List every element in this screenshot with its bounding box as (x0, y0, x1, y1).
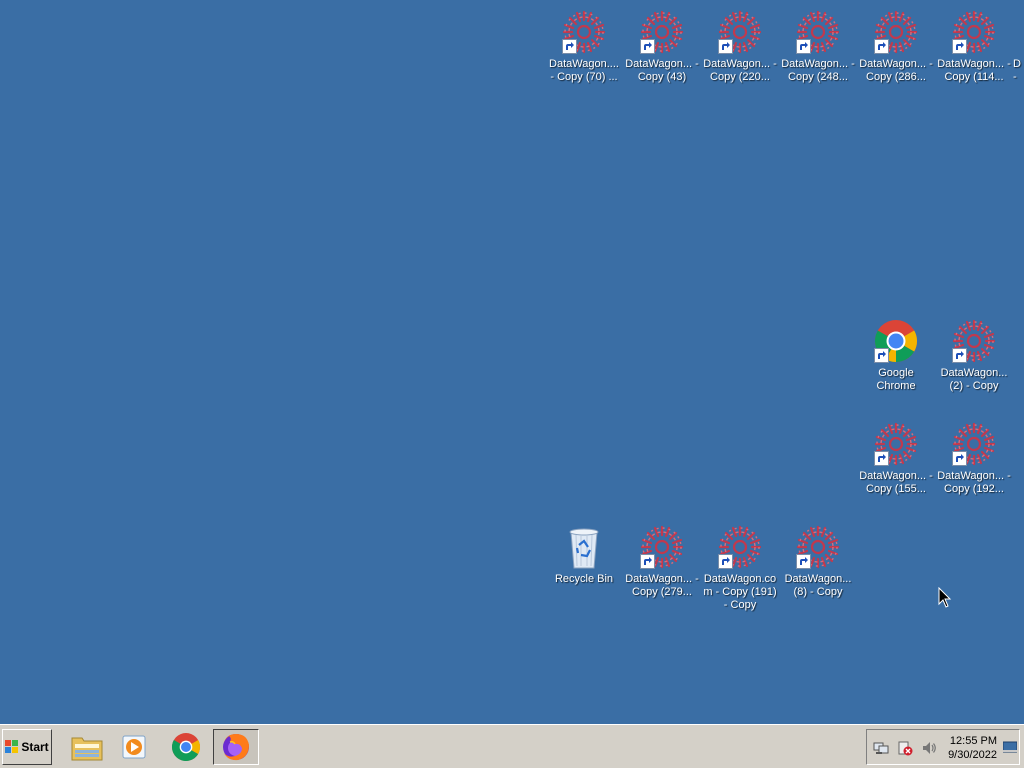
icon-label: DataWagon... - Copy (248... (781, 58, 855, 83)
taskbar: Start 12:55 PM 9/30/2022 (0, 724, 1024, 768)
start-button[interactable]: Start (2, 729, 52, 765)
shortcut-arrow-icon (718, 39, 733, 54)
datawagon-shortcut-icon[interactable]: DataWagon... (8) - Copy (779, 523, 857, 599)
datawagon-shortcut-icon[interactable]: DataWagon... - Copy (220... (701, 8, 779, 84)
shortcut-arrow-icon (874, 348, 889, 363)
shortcut-arrow-icon (562, 39, 577, 54)
shortcut-arrow-icon (796, 554, 811, 569)
clock-time[interactable]: 12:55 PM (950, 735, 997, 747)
firefox-icon (223, 734, 249, 761)
datawagon-shortcut-icon[interactable]: DataWagon... (2) - Copy (935, 317, 1013, 393)
chrome-icon (171, 733, 201, 762)
icon-label: D - (1013, 58, 1021, 83)
show-desktop-icon[interactable] (1003, 740, 1017, 754)
desktop[interactable]: DataWagon.... - Copy (70) ... DataWagon.… (0, 0, 1024, 724)
shortcut-arrow-icon (718, 554, 733, 569)
partial-edge-icon[interactable]: D - (1013, 8, 1024, 84)
google-chrome-shortcut-icon[interactable]: Google Chrome (857, 317, 935, 393)
shortcut-arrow-icon (952, 451, 967, 466)
datawagon-shortcut-icon[interactable]: DataWagon... - Copy (286... (857, 8, 935, 84)
shortcut-arrow-icon (796, 39, 811, 54)
media-player-button[interactable] (112, 729, 158, 765)
icon-label: DataWagon.... - Copy (70) ... (549, 58, 619, 83)
shortcut-arrow-icon (874, 451, 889, 466)
windows-logo-icon (5, 740, 19, 753)
shortcut-arrow-icon (952, 348, 967, 363)
datawagon-shortcut-icon[interactable]: DataWagon.co m - Copy (191) - Copy (701, 523, 779, 612)
icon-label: DataWagon... - Copy (286... (859, 58, 933, 83)
datawagon-shortcut-icon[interactable]: DataWagon... - Copy (248... (779, 8, 857, 84)
datawagon-shortcut-icon[interactable]: DataWagon... - Copy (114... (935, 8, 1013, 84)
shortcut-arrow-icon (874, 39, 889, 54)
mouse-cursor-icon (938, 587, 952, 608)
datawagon-shortcut-icon[interactable]: DataWagon... - Copy (43) (623, 8, 701, 84)
chrome-taskbar-button[interactable] (163, 729, 209, 765)
action-center-icon[interactable] (897, 740, 913, 756)
icon-label: DataWagon... - Copy (192... (937, 470, 1011, 495)
icon-label: Recycle Bin (554, 573, 614, 585)
icon-label: DataWagon... - Copy (114... (937, 58, 1011, 83)
icon-label: DataWagon... - Copy (279... (625, 573, 699, 598)
icon-label: DataWagon... - Copy (220... (703, 58, 777, 83)
icon-label: Google Chrome (876, 367, 916, 392)
icon-label: DataWagon.co m - Copy (191) - Copy (703, 573, 777, 611)
network-icon[interactable] (873, 740, 889, 756)
file-explorer-button[interactable] (64, 729, 110, 765)
datawagon-shortcut-icon[interactable]: DataWagon... - Copy (279... (623, 523, 701, 599)
icon-label: DataWagon... (2) - Copy (940, 367, 1008, 392)
media-player-icon (122, 735, 146, 759)
speaker-icon[interactable] (921, 740, 937, 756)
icon-label: DataWagon... - Copy (43) (625, 58, 699, 83)
recycle-bin-icon[interactable]: Recycle Bin (545, 523, 623, 586)
icon-label: DataWagon... - Copy (155... (859, 470, 933, 495)
clock-date[interactable]: 9/30/2022 (948, 749, 997, 761)
system-tray: 12:55 PM 9/30/2022 (866, 729, 1020, 765)
datawagon-shortcut-icon[interactable]: DataWagon.... - Copy (70) ... (545, 8, 623, 84)
file-explorer-icon (71, 737, 103, 761)
shortcut-arrow-icon (640, 554, 655, 569)
shortcut-arrow-icon (640, 39, 655, 54)
datawagon-shortcut-icon[interactable]: DataWagon... - Copy (192... (935, 420, 1013, 496)
shortcut-arrow-icon (952, 39, 967, 54)
recycle-bin-icon (569, 528, 599, 569)
start-label: Start (21, 740, 49, 754)
datawagon-shortcut-icon[interactable]: DataWagon... - Copy (155... (857, 420, 935, 496)
firefox-taskbar-button[interactable] (213, 729, 259, 765)
icon-label: DataWagon... (8) - Copy (784, 573, 852, 598)
